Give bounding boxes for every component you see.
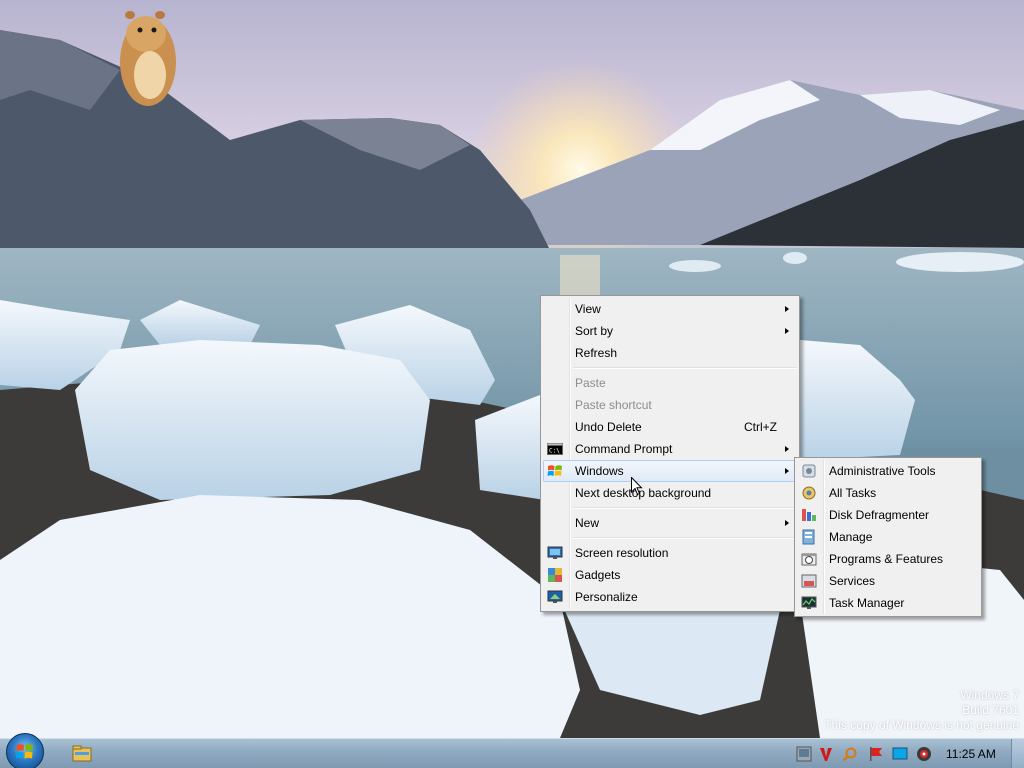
menu-item-label: Manage: [829, 530, 873, 544]
display-icon[interactable]: [892, 746, 908, 762]
menu-item-label: Undo Delete: [575, 420, 642, 434]
screen-resolution-icon: [547, 546, 563, 559]
menu-item-label: Administrative Tools: [829, 464, 936, 478]
menu-item-label: Paste shortcut: [575, 398, 652, 412]
submenu-item-manage[interactable]: Manage: [797, 526, 979, 548]
menu-item-gadgets[interactable]: Gadgets: [543, 564, 797, 586]
start-orb-icon: [16, 744, 33, 759]
menu-item-label: Screen resolution: [575, 546, 669, 560]
programs-features-icon: [801, 553, 817, 566]
menu-item-paste[interactable]: Paste: [543, 372, 797, 394]
menu-item-label: Programs & Features: [829, 552, 944, 566]
menu-item-label: Paste: [575, 376, 606, 390]
volume-icon[interactable]: [916, 746, 932, 762]
network-icon[interactable]: [796, 746, 812, 762]
taskbar: 11:25 AM: [0, 733, 1024, 768]
taskbar-windows-explorer[interactable]: [70, 743, 94, 765]
menu-item-label: Task Manager: [829, 596, 905, 610]
services-icon: [801, 574, 817, 588]
menu-item-windows[interactable]: Windows: [543, 460, 797, 482]
mouse-cursor-icon: [631, 477, 643, 496]
menu-item-personalize[interactable]: Personalize: [543, 586, 797, 608]
submenu-item-programs-features[interactable]: Programs & Features: [797, 548, 979, 570]
menu-item-undo-delete[interactable]: Undo Delete Ctrl+Z: [543, 416, 797, 438]
submenu-item-administrative-tools[interactable]: Administrative Tools: [797, 460, 979, 482]
menu-item-sort-by[interactable]: Sort by: [543, 320, 797, 342]
submenu-arrow-icon: [785, 446, 789, 452]
menu-item-label: Refresh: [575, 346, 618, 360]
menu-item-label: Disk Defragmenter: [829, 508, 930, 522]
menu-item-screen-resolution[interactable]: Screen resolution: [543, 542, 797, 564]
submenu-arrow-icon: [785, 468, 789, 474]
antivirus-icon[interactable]: [818, 746, 834, 762]
submenu-arrow-icon: [785, 306, 789, 312]
all-tasks-icon: [802, 486, 816, 500]
submenu-item-task-manager[interactable]: Task Manager: [797, 592, 979, 614]
task-manager-icon: [801, 596, 817, 609]
watermark-line-3: This copy of Windows is not genuine: [824, 718, 1019, 732]
menu-item-label: Personalize: [575, 590, 638, 604]
submenu-item-all-tasks[interactable]: All Tasks: [797, 482, 979, 504]
svg-text:C:\: C:\: [549, 448, 560, 455]
watermark-line-1: Windows 7: [960, 688, 1019, 702]
menu-item-view[interactable]: View: [543, 298, 797, 320]
menu-item-label: All Tasks: [829, 486, 877, 500]
show-desktop-button[interactable]: [1011, 739, 1024, 768]
hamster-gadget[interactable]: [120, 11, 176, 106]
desktop[interactable]: View Sort by Refresh Paste Paste shortcu…: [0, 0, 1024, 738]
menu-separator: [573, 504, 797, 512]
start-button[interactable]: [6, 733, 44, 768]
menu-item-refresh[interactable]: Refresh: [543, 342, 797, 364]
windows-watermark: Windows 7 Build 7601 This copy of Window…: [824, 688, 1019, 733]
windows-submenu: Administrative Tools All Tasks Disk Defr…: [794, 457, 982, 617]
menu-item-shortcut: Ctrl+Z: [744, 420, 777, 434]
menu-separator: [573, 534, 797, 542]
gadgets-icon: [548, 568, 562, 582]
menu-item-command-prompt[interactable]: C:\ Command Prompt: [543, 438, 797, 460]
windows-logo-icon: [547, 465, 562, 476]
wallpaper-landscape: [0, 11, 1024, 738]
submenu-arrow-icon: [785, 328, 789, 334]
submenu-item-services[interactable]: Services: [797, 570, 979, 592]
disk-defragmenter-icon: [802, 509, 816, 521]
menu-item-paste-shortcut[interactable]: Paste shortcut: [543, 394, 797, 416]
menu-item-label: Next desktop background: [575, 486, 712, 500]
menu-item-label: Sort by: [575, 324, 614, 338]
personalize-icon: [547, 590, 563, 603]
menu-separator: [573, 364, 797, 372]
submenu-arrow-icon: [785, 520, 789, 526]
windows-explorer-icon: [72, 745, 92, 762]
watermark-line-2: Build 7601: [962, 703, 1019, 717]
search-icon[interactable]: [842, 746, 858, 762]
manage-icon: [802, 529, 815, 545]
menu-item-next-desktop-background[interactable]: Next desktop background: [543, 482, 797, 504]
menu-item-label: Gadgets: [575, 568, 621, 582]
action-center-flag-icon[interactable]: [868, 746, 884, 762]
desktop-context-menu: View Sort by Refresh Paste Paste shortcu…: [540, 295, 800, 612]
menu-item-new[interactable]: New: [543, 512, 797, 534]
menu-item-label: Services: [829, 574, 876, 588]
administrative-tools-icon: [802, 464, 816, 478]
menu-item-label: View: [575, 302, 601, 316]
system-clock[interactable]: 11:25 AM: [946, 739, 996, 768]
menu-item-label: New: [575, 516, 600, 530]
menu-item-label: Command Prompt: [575, 442, 673, 456]
command-prompt-icon: C:\: [547, 443, 563, 455]
menu-item-label: Windows: [575, 464, 624, 478]
submenu-item-disk-defragmenter[interactable]: Disk Defragmenter: [797, 504, 979, 526]
